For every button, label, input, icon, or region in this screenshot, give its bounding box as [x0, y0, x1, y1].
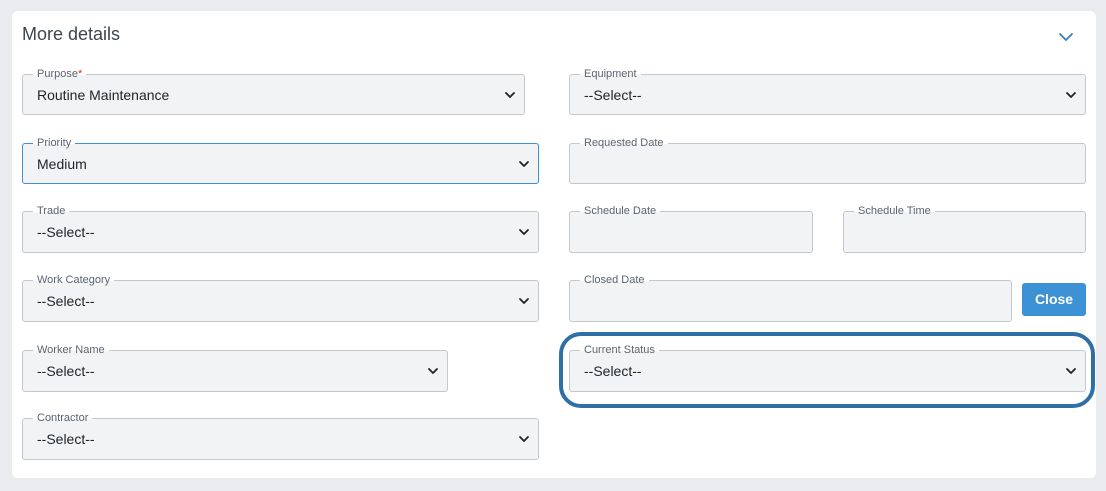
equipment-select[interactable]: Equipment --Select-- — [569, 68, 1086, 115]
priority-value: Medium — [37, 156, 87, 172]
required-marker: * — [77, 68, 83, 80]
schedule-date-label: Schedule Date — [580, 205, 661, 218]
chevron-down-icon — [519, 436, 529, 442]
purpose-label: Purpose* — [33, 68, 87, 81]
work-category-select[interactable]: Work Category --Select-- — [22, 274, 539, 322]
chevron-down-icon — [505, 92, 515, 98]
contractor-value: --Select-- — [37, 431, 95, 447]
equipment-value: --Select-- — [584, 87, 642, 103]
section-title: More details — [22, 24, 121, 44]
schedule-date-input[interactable]: Schedule Date — [569, 205, 813, 253]
chevron-down-icon[interactable] — [1056, 27, 1076, 47]
chevron-down-icon — [519, 161, 529, 167]
requested-date-label: Requested Date — [580, 137, 668, 150]
chevron-down-icon — [519, 229, 529, 235]
contractor-label: Contractor — [33, 412, 93, 425]
chevron-down-icon — [1066, 92, 1076, 98]
trade-value: --Select-- — [37, 224, 95, 240]
schedule-time-input[interactable]: Schedule Time — [843, 205, 1086, 253]
worker-name-value: --Select-- — [37, 363, 95, 379]
closed-date-input[interactable]: Closed Date — [569, 274, 1012, 322]
current-status-highlight — [559, 332, 1095, 408]
purpose-select[interactable]: Purpose* Routine Maintenance — [22, 68, 525, 115]
closed-date-label: Closed Date — [580, 274, 649, 287]
chevron-down-icon — [519, 298, 529, 304]
trade-select[interactable]: Trade --Select-- — [22, 205, 539, 253]
schedule-time-label: Schedule Time — [854, 205, 935, 218]
contractor-select[interactable]: Contractor --Select-- — [22, 412, 539, 460]
close-button[interactable]: Close — [1022, 283, 1086, 316]
equipment-label: Equipment — [580, 68, 641, 81]
requested-date-input[interactable]: Requested Date — [569, 137, 1086, 184]
priority-label: Priority — [33, 137, 76, 150]
priority-select[interactable]: Priority Medium — [22, 137, 539, 184]
worker-name-label: Worker Name — [33, 344, 109, 357]
worker-name-select[interactable]: Worker Name --Select-- — [22, 344, 448, 392]
work-category-label: Work Category — [33, 274, 115, 287]
purpose-value: Routine Maintenance — [37, 87, 170, 103]
chevron-down-icon — [428, 368, 438, 374]
trade-label: Trade — [33, 205, 70, 218]
work-category-value: --Select-- — [37, 293, 95, 309]
